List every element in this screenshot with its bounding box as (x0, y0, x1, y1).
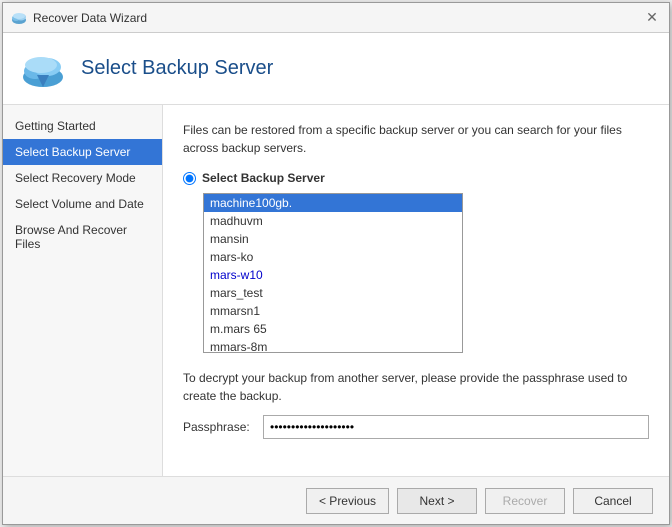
sidebar-item-select-volume-date[interactable]: Select Volume and Date (3, 191, 162, 217)
server-listbox[interactable]: machine100gb. madhuvm mansin mars-ko mar… (203, 193, 463, 353)
content-area: Getting Started Select Backup Server Sel… (3, 105, 669, 476)
page-title: Select Backup Server (81, 57, 273, 80)
listbox-item[interactable]: madhuvm (204, 212, 462, 230)
select-backup-server-label[interactable]: Select Backup Server (202, 171, 325, 185)
window: Recover Data Wizard ✕ Select Backup Serv… (2, 2, 670, 525)
listbox-item[interactable]: mars_test (204, 284, 462, 302)
decrypt-text: To decrypt your backup from another serv… (183, 369, 649, 405)
close-button[interactable]: ✕ (643, 9, 661, 27)
sidebar: Getting Started Select Backup Server Sel… (3, 105, 163, 476)
description-text: Files can be restored from a specific ba… (183, 121, 649, 157)
header-logo (19, 45, 67, 93)
cancel-button[interactable]: Cancel (573, 488, 653, 514)
sidebar-item-select-recovery-mode[interactable]: Select Recovery Mode (3, 165, 162, 191)
header-band: Select Backup Server (3, 33, 669, 105)
radio-row: Select Backup Server (183, 171, 649, 185)
select-backup-server-radio[interactable] (183, 172, 196, 185)
window-title: Recover Data Wizard (33, 11, 147, 25)
main-panel: Files can be restored from a specific ba… (163, 105, 669, 476)
passphrase-label: Passphrase: (183, 420, 255, 434)
listbox-item[interactable]: machine100gb. (204, 194, 462, 212)
footer: < Previous Next > Recover Cancel (3, 476, 669, 524)
listbox-item[interactable]: mars-w10 (204, 266, 462, 284)
next-button[interactable]: Next > (397, 488, 477, 514)
listbox-item[interactable]: mars-ko (204, 248, 462, 266)
listbox-item[interactable]: mmarsn1 (204, 302, 462, 320)
title-bar: Recover Data Wizard ✕ (3, 3, 669, 33)
recover-button[interactable]: Recover (485, 488, 565, 514)
previous-button[interactable]: < Previous (306, 488, 389, 514)
passphrase-input[interactable] (263, 415, 649, 439)
sidebar-item-getting-started[interactable]: Getting Started (3, 113, 162, 139)
sidebar-item-select-backup-server[interactable]: Select Backup Server (3, 139, 162, 165)
passphrase-row: Passphrase: (183, 415, 649, 439)
sidebar-item-browse-recover[interactable]: Browse And Recover Files (3, 217, 162, 257)
listbox-item[interactable]: m.mars 65 (204, 320, 462, 338)
listbox-item[interactable]: mmars-8m (204, 338, 462, 353)
app-icon (11, 10, 27, 26)
title-bar-left: Recover Data Wizard (11, 10, 147, 26)
listbox-item[interactable]: mansin (204, 230, 462, 248)
